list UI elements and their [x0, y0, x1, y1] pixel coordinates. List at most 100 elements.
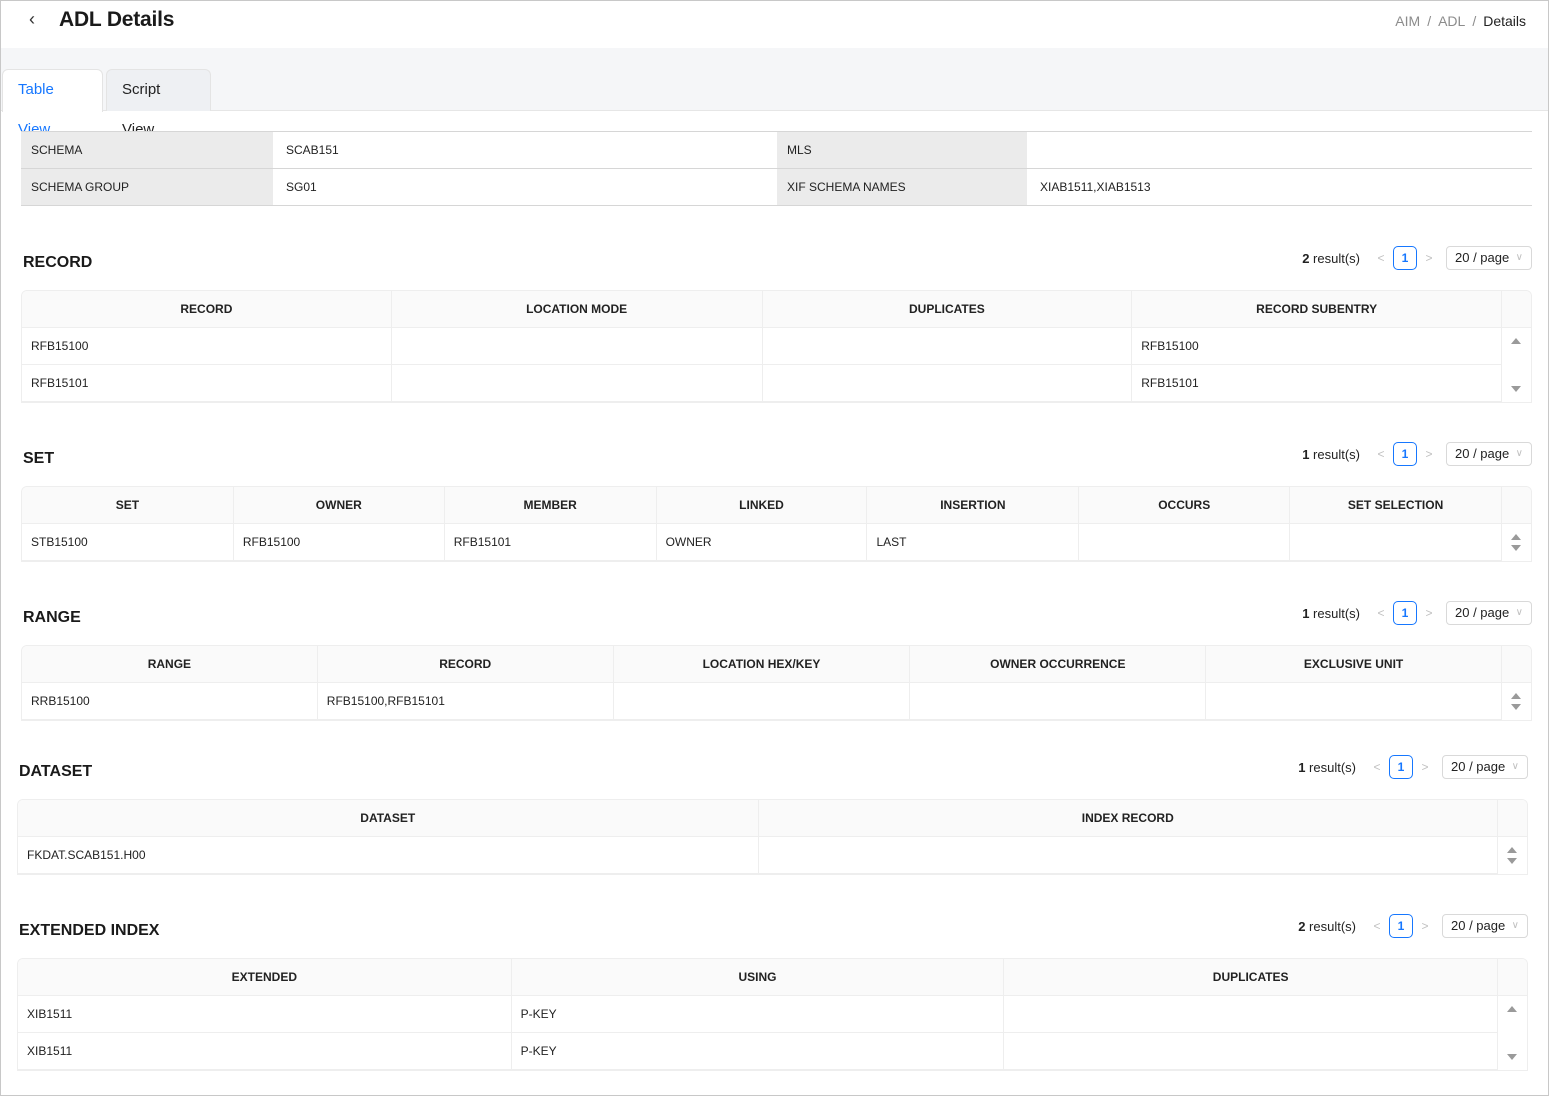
column-header[interactable]: EXCLUSIVE UNIT [1206, 646, 1502, 682]
column-header[interactable]: DATASET [18, 800, 759, 836]
column-header[interactable]: INSERTION [867, 487, 1080, 523]
column-header[interactable]: SET SELECTION [1290, 487, 1503, 523]
table-row[interactable]: FKDAT.SCAB151.H00 [18, 837, 1527, 874]
page-1-button[interactable]: 1 [1389, 914, 1413, 938]
column-header[interactable]: LINKED [657, 487, 868, 523]
dataset-title: DATASET [19, 763, 93, 780]
scroll-up-arrow-icon[interactable] [1511, 338, 1521, 344]
prev-page-button[interactable]: < [1370, 251, 1392, 265]
column-header[interactable]: OWNER [234, 487, 445, 523]
next-page-button[interactable]: > [1418, 447, 1440, 461]
table-row[interactable]: XIB1511 P-KEY [18, 996, 1527, 1033]
page-1-button[interactable]: 1 [1393, 601, 1417, 625]
next-page-button[interactable]: > [1414, 919, 1436, 933]
column-header[interactable]: DUPLICATES [1004, 959, 1499, 995]
scroll-down-arrow-icon[interactable] [1507, 858, 1517, 864]
scroll-up-arrow-icon[interactable] [1511, 534, 1521, 540]
scroll-down-arrow-icon[interactable] [1511, 386, 1521, 392]
result-count-label: result(s) [1309, 250, 1360, 266]
column-header[interactable]: RECORD [22, 291, 392, 327]
page-size-select[interactable]: 20 / page ∨ [1446, 442, 1532, 466]
table-cell [392, 365, 763, 401]
column-header[interactable]: RECORD [318, 646, 614, 682]
table-row[interactable]: RRB15100 RFB15100,RFB15101 [22, 683, 1531, 720]
column-header[interactable]: RECORD SUBENTRY [1132, 291, 1502, 327]
record-title: RECORD [23, 254, 93, 271]
column-header[interactable]: INDEX RECORD [759, 800, 1498, 836]
column-header[interactable]: LOCATION HEX/KEY [614, 646, 911, 682]
result-count: 1 result(s) [1302, 447, 1360, 462]
mls-value [1027, 132, 1532, 168]
scroll-down-arrow-icon[interactable] [1511, 704, 1521, 710]
page-size-select[interactable]: 20 / page ∨ [1442, 755, 1528, 779]
tab-script-view[interactable]: Script View [106, 69, 211, 138]
column-header[interactable]: SET [22, 487, 234, 523]
prev-page-button[interactable]: < [1370, 606, 1392, 620]
page-size-select[interactable]: 20 / page ∨ [1446, 601, 1532, 625]
scroll-up-arrow-icon[interactable] [1507, 847, 1517, 853]
scroll-down-arrow-icon[interactable] [1507, 1054, 1517, 1060]
column-header[interactable]: RANGE [22, 646, 318, 682]
set-pagination: 1 result(s) <1 >20 / page ∨ [1302, 442, 1532, 466]
page-1-button[interactable]: 1 [1389, 755, 1413, 779]
table-cell: RFB15100 [1132, 328, 1502, 364]
table-cell: RFB15101 [445, 524, 657, 560]
next-page-button[interactable]: > [1418, 606, 1440, 620]
scroll-down-arrow-icon[interactable] [1511, 545, 1521, 551]
column-header[interactable]: MEMBER [445, 487, 657, 523]
scroll-up-arrow-icon[interactable] [1511, 693, 1521, 699]
extended-index-pagination: 2 result(s) <1 >20 / page ∨ [1298, 914, 1528, 938]
next-page-button[interactable]: > [1414, 760, 1436, 774]
prev-page-button[interactable]: < [1370, 447, 1392, 461]
table-cell [1004, 1033, 1499, 1069]
column-header[interactable]: OCCURS [1079, 487, 1291, 523]
page-1-button[interactable]: 1 [1393, 442, 1417, 466]
column-header[interactable]: DUPLICATES [763, 291, 1133, 327]
chevron-down-icon: ∨ [1511, 920, 1519, 931]
column-header[interactable]: EXTENDED [18, 959, 512, 995]
result-count-label: result(s) [1309, 446, 1360, 462]
table-row[interactable]: XIB1511 P-KEY [18, 1033, 1527, 1070]
back-button[interactable]: ‹ [29, 9, 35, 30]
table-cell [1206, 683, 1502, 719]
vertical-scrollbar[interactable] [1498, 837, 1527, 874]
result-count: 1 result(s) [1298, 760, 1356, 775]
vertical-scrollbar[interactable] [1502, 524, 1531, 561]
table-body: XIB1511 P-KEY XIB1511 P-KEY [18, 996, 1527, 1070]
table-header: RANGE RECORD LOCATION HEX/KEY OWNER OCCURRE… [22, 646, 1531, 683]
prev-page-button[interactable]: < [1366, 760, 1388, 774]
page-size-select[interactable]: 20 / page ∨ [1442, 914, 1528, 938]
table-row[interactable]: RFB15101 RFB15101 [22, 365, 1531, 402]
next-page-button[interactable]: > [1418, 251, 1440, 265]
column-header[interactable]: LOCATION MODE [392, 291, 763, 327]
page-size-value: 20 / page [1455, 605, 1510, 620]
page-size-select[interactable]: 20 / page ∨ [1446, 246, 1532, 270]
vertical-scrollbar[interactable] [1502, 683, 1531, 720]
scrollbar-gutter [1498, 800, 1527, 836]
table-cell: OWNER [657, 524, 868, 560]
tab-table-view[interactable]: Table View [2, 69, 103, 138]
prev-page-button[interactable]: < [1366, 919, 1388, 933]
schema-group-value: SG01 [286, 180, 317, 194]
chevron-down-icon: ∨ [1515, 448, 1523, 459]
schema-info-table: SCHEMA SCAB151 MLS SCHEMA GROUP SG01 XIF… [21, 131, 1532, 206]
breadcrumb-adl[interactable]: ADL [1438, 13, 1465, 29]
vertical-scrollbar[interactable] [1498, 996, 1527, 1070]
schema-group-label: SCHEMA GROUP [21, 169, 273, 205]
column-header[interactable]: USING [512, 959, 1005, 995]
table-cell [763, 365, 1133, 401]
table-row[interactable]: STB15100 RFB15100 RFB15101 OWNER LAST [22, 524, 1531, 561]
breadcrumb-aim[interactable]: AIM [1395, 13, 1420, 29]
dataset-table: DATASET INDEX RECORD FKDAT.SCAB151.H00 [17, 799, 1528, 875]
table-row[interactable]: RFB15100 RFB15100 [22, 328, 1531, 365]
vertical-scrollbar[interactable] [1502, 328, 1531, 402]
table-cell: P-KEY [512, 1033, 1005, 1069]
table-cell [1079, 524, 1291, 560]
page-1-button[interactable]: 1 [1393, 246, 1417, 270]
table-header: SET OWNER MEMBER LINKED INSERTION OCCURS SET S… [22, 487, 1531, 524]
table-cell: RFB15101 [22, 365, 392, 401]
set-table: SET OWNER MEMBER LINKED INSERTION OCCURS SET S… [21, 486, 1532, 562]
view-tabs: Table View Script View [1, 48, 1548, 138]
scroll-up-arrow-icon[interactable] [1507, 1006, 1517, 1012]
column-header[interactable]: OWNER OCCURRENCE [910, 646, 1207, 682]
